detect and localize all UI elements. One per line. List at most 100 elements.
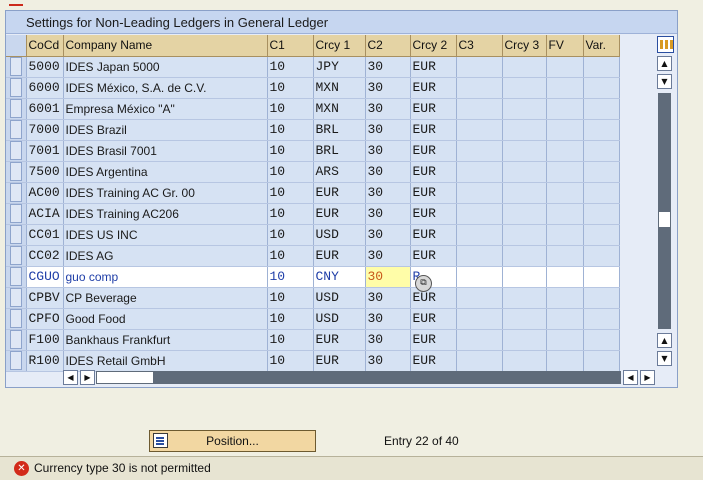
table-row[interactable]: F100 Bankhaus Frankfurt 10 EUR 30 EUR <box>6 329 620 351</box>
vertical-scroll-track[interactable] <box>658 93 671 329</box>
cell-cocd[interactable]: 7500 <box>26 161 64 183</box>
cell-company-name[interactable]: Good Food <box>63 308 268 330</box>
scroll-down-icon[interactable]: ▼ <box>657 74 672 89</box>
row-select-button[interactable] <box>9 204 22 223</box>
cell-c2[interactable]: 30 <box>365 161 411 183</box>
cell-cocd[interactable]: CC01 <box>26 224 64 246</box>
cell-c3[interactable] <box>456 224 503 246</box>
cell-cocd[interactable]: 7000 <box>26 119 64 141</box>
cell-crcy1[interactable]: BRL <box>313 140 366 162</box>
cell-cocd[interactable]: CPBV <box>26 287 64 309</box>
cell-cocd[interactable]: 7001 <box>26 140 64 162</box>
cell-crcy1[interactable]: EUR <box>313 329 366 351</box>
cell-var[interactable] <box>583 140 620 162</box>
cell-var[interactable] <box>583 98 620 120</box>
cell-company-name[interactable]: guo comp <box>63 266 268 288</box>
cell-company-name[interactable]: IDES Brasil 7001 <box>63 140 268 162</box>
cell-c3[interactable] <box>456 98 503 120</box>
row-selector[interactable] <box>6 329 27 351</box>
cell-c2[interactable]: 30 <box>365 266 411 288</box>
scroll-page-down-icon[interactable]: ▼ <box>657 351 672 366</box>
table-row[interactable]: CPFO Good Food 10 USD 30 EUR <box>6 308 620 330</box>
cell-crcy2[interactable]: EUR <box>410 56 457 78</box>
row-select-button[interactable] <box>9 225 22 244</box>
cell-fv[interactable] <box>546 56 584 78</box>
cell-c3[interactable] <box>456 140 503 162</box>
row-select-button[interactable] <box>9 162 22 181</box>
cell-c3[interactable] <box>456 245 503 267</box>
cell-crcy1[interactable]: EUR <box>313 245 366 267</box>
cell-var[interactable] <box>583 203 620 225</box>
cell-crcy1[interactable]: EUR <box>313 203 366 225</box>
column-header-crcy2[interactable]: Crcy 2 <box>410 35 457 57</box>
cell-cocd[interactable]: R100 <box>26 350 64 372</box>
cell-crcy1[interactable]: USD <box>313 308 366 330</box>
row-select-button[interactable] <box>9 267 22 286</box>
scroll-right-icon[interactable]: ▶ <box>80 370 95 385</box>
row-selector[interactable] <box>6 98 27 120</box>
cell-cocd[interactable]: 6001 <box>26 98 64 120</box>
cell-crcy1[interactable]: USD <box>313 224 366 246</box>
row-selector[interactable] <box>6 140 27 162</box>
cell-fv[interactable] <box>546 350 584 372</box>
row-selector[interactable] <box>6 119 27 141</box>
row-select-button[interactable] <box>9 351 22 370</box>
cell-crcy2[interactable]: EUR <box>410 287 457 309</box>
cell-crcy1[interactable]: MXN <box>313 77 366 99</box>
cell-crcy1[interactable]: ARS <box>313 161 366 183</box>
cell-c2[interactable]: 30 <box>365 77 411 99</box>
cell-c1[interactable]: 10 <box>267 161 314 183</box>
row-selector[interactable] <box>6 266 27 288</box>
cell-c3[interactable] <box>456 287 503 309</box>
cell-fv[interactable] <box>546 308 584 330</box>
cell-var[interactable] <box>583 329 620 351</box>
column-header-company-name[interactable]: Company Name <box>63 35 268 57</box>
cell-var[interactable] <box>583 350 620 372</box>
cell-crcy2[interactable]: EUR <box>410 350 457 372</box>
cell-cocd[interactable]: F100 <box>26 329 64 351</box>
cell-crcy3[interactable] <box>502 161 547 183</box>
cell-crcy3[interactable] <box>502 140 547 162</box>
cell-var[interactable] <box>583 308 620 330</box>
cell-company-name[interactable]: IDES AG <box>63 245 268 267</box>
cell-crcy3[interactable] <box>502 182 547 204</box>
cell-c3[interactable] <box>456 119 503 141</box>
cell-c2[interactable]: 30 <box>365 245 411 267</box>
cell-var[interactable] <box>583 56 620 78</box>
cell-company-name[interactable]: IDES US INC <box>63 224 268 246</box>
table-row[interactable]: 6001 Empresa México "A" 10 MXN 30 EUR <box>6 98 620 120</box>
cell-company-name[interactable]: Bankhaus Frankfurt <box>63 329 268 351</box>
cell-crcy2[interactable]: EUR <box>410 203 457 225</box>
cell-crcy3[interactable] <box>502 350 547 372</box>
table-row[interactable]: 7000 IDES Brazil 10 BRL 30 EUR <box>6 119 620 141</box>
cell-c1[interactable]: 10 <box>267 56 314 78</box>
cell-crcy2[interactable]: EUR <box>410 140 457 162</box>
column-header-c3[interactable]: C3 <box>456 35 503 57</box>
cell-c2[interactable]: 30 <box>365 329 411 351</box>
cell-crcy2[interactable]: EUR <box>410 77 457 99</box>
cell-c2[interactable]: 30 <box>365 56 411 78</box>
horizontal-scrollbar[interactable]: ◀ ▶ ◀ ▶ <box>60 370 658 386</box>
row-select-button[interactable] <box>9 288 22 307</box>
cell-crcy3[interactable] <box>502 119 547 141</box>
cell-crcy1[interactable]: CNY <box>313 266 366 288</box>
cell-crcy2[interactable]: EUR <box>410 224 457 246</box>
cell-crcy1[interactable]: USD <box>313 287 366 309</box>
cell-c2[interactable]: 30 <box>365 350 411 372</box>
cell-crcy2[interactable]: EUR <box>410 245 457 267</box>
cell-c2[interactable]: 30 <box>365 203 411 225</box>
cell-c2[interactable]: 30 <box>365 224 411 246</box>
row-selector[interactable] <box>6 350 27 372</box>
column-header-fv[interactable]: FV <box>546 35 584 57</box>
cell-var[interactable] <box>583 287 620 309</box>
table-row[interactable]: R100 IDES Retail GmbH 10 EUR 30 EUR <box>6 350 620 372</box>
cell-c1[interactable]: 10 <box>267 245 314 267</box>
cell-crcy3[interactable] <box>502 287 547 309</box>
cell-fv[interactable] <box>546 182 584 204</box>
cell-var[interactable] <box>583 161 620 183</box>
cell-cocd[interactable]: CGUO <box>26 266 64 288</box>
row-select-button[interactable] <box>9 99 22 118</box>
row-selector[interactable] <box>6 203 27 225</box>
cell-company-name[interactable]: IDES México, S.A. de C.V. <box>63 77 268 99</box>
cell-var[interactable] <box>583 224 620 246</box>
